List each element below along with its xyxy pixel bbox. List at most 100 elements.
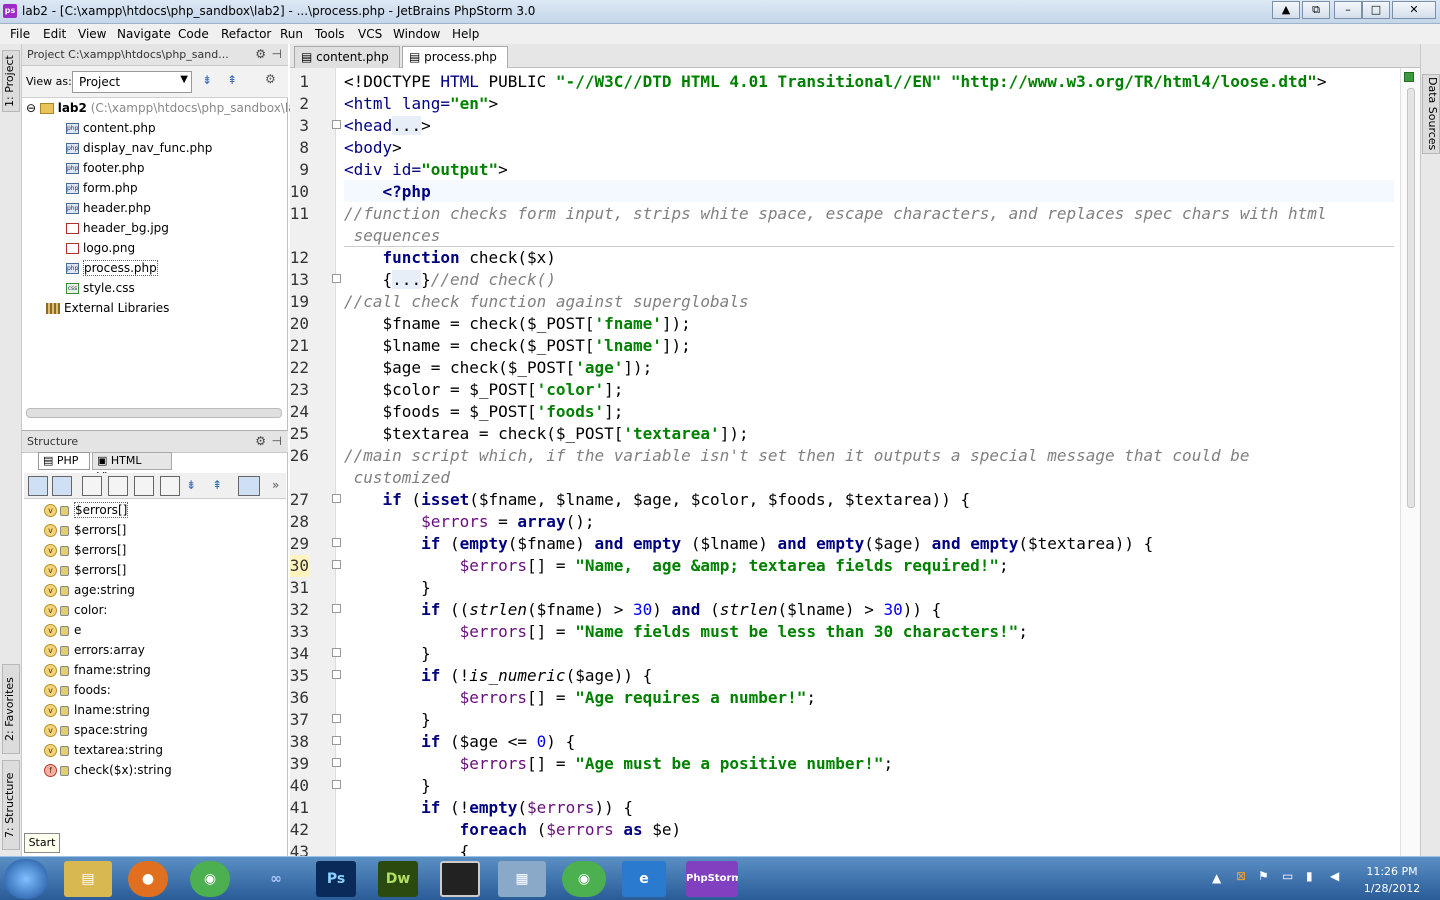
expand-all-icon[interactable]: ⇟ [186, 478, 196, 492]
close-button[interactable]: ✕ [1392, 1, 1436, 19]
fold-toggle-icon[interactable] [332, 758, 341, 767]
structure-item[interactable]: f check($x):string [44, 763, 172, 777]
collapse-all-icon[interactable]: ⇞ [212, 478, 222, 492]
menu-edit[interactable]: Edit [43, 27, 66, 41]
start-button-icon[interactable] [4, 859, 48, 899]
project-tool-tab[interactable]: 1: Project [2, 50, 20, 112]
scroll-up-icon[interactable]: ▲ [1272, 1, 1300, 19]
structure-item[interactable]: v textarea:string [44, 743, 163, 757]
minimize-button[interactable]: – [1334, 1, 1362, 19]
tab-php-structure[interactable]: ▤ PHP [38, 452, 90, 470]
external-libraries[interactable]: External Libraries [46, 301, 169, 315]
flag-tray-icon[interactable]: ⚑ [1258, 869, 1269, 883]
collapse-toggle-icon[interactable]: ⊖ [26, 101, 36, 115]
inspection-status-icon[interactable] [1404, 72, 1414, 82]
device-tray-icon[interactable]: ▭ [1282, 869, 1293, 883]
fold-toggle-icon[interactable] [332, 538, 341, 547]
structure-item[interactable]: v lname:string [44, 703, 150, 717]
structure-item[interactable]: v $errors[] [44, 543, 126, 557]
file-item-selected[interactable]: php process.php [66, 260, 158, 276]
fold-toggle-icon[interactable] [332, 780, 341, 789]
file-item[interactable]: php header.php [66, 201, 151, 215]
volume-tray-icon[interactable]: ◀ [1330, 869, 1339, 883]
menu-code[interactable]: Code [178, 27, 209, 41]
structure-item[interactable]: v age:string [44, 583, 135, 597]
data-sources-tool-tab[interactable]: Data Sources [1422, 74, 1440, 154]
tab-html-view[interactable]: ▣ HTML View [92, 452, 172, 483]
restore-icon[interactable]: ⧉ [1302, 1, 1330, 19]
structure-tool-tab[interactable]: 7: Structure [2, 760, 20, 850]
show-constants-icon[interactable] [160, 476, 180, 496]
chrome-icon[interactable]: ◉ [190, 861, 230, 897]
sort-alpha-icon[interactable] [28, 476, 48, 496]
file-item[interactable]: php content.php [66, 121, 156, 135]
structure-item[interactable]: v fname:string [44, 663, 151, 677]
dreamweaver-icon[interactable]: Dw [378, 861, 418, 897]
infinity-app-icon[interactable]: ∞ [252, 861, 300, 897]
fold-toggle-icon[interactable] [332, 494, 341, 503]
tray-arrow-icon[interactable]: ▲ [1212, 871, 1221, 885]
network-tray-icon[interactable]: ▮ [1306, 869, 1313, 883]
structure-item[interactable]: v space:string [44, 723, 148, 737]
editor-vertical-scrollbar[interactable] [1400, 68, 1420, 856]
autoscroll-to-source-icon[interactable] [238, 476, 260, 496]
tab-content-php[interactable]: ▤ content.php ✕ [294, 46, 400, 84]
show-methods-icon[interactable] [108, 476, 128, 496]
structure-item[interactable]: v color: [44, 603, 107, 617]
fold-toggle-icon[interactable] [332, 714, 341, 723]
sort-visibility-icon[interactable] [52, 476, 72, 496]
file-item[interactable]: css style.css [66, 281, 135, 295]
more-icon[interactable]: » [272, 478, 279, 492]
phpstorm-taskbar-icon[interactable]: PhpStorm [686, 861, 738, 897]
menu-navigate[interactable]: Navigate [117, 27, 171, 41]
file-item[interactable]: php footer.php [66, 161, 144, 175]
show-fields-icon[interactable] [82, 476, 102, 496]
fold-toggle-icon[interactable] [332, 560, 341, 569]
maximize-button[interactable]: □ [1362, 1, 1390, 19]
fold-toggle-icon[interactable] [332, 120, 341, 129]
fold-toggle-icon[interactable] [332, 670, 341, 679]
terminal-icon[interactable] [440, 861, 480, 897]
file-item[interactable]: php display_nav_func.php [66, 141, 212, 155]
gear-icon[interactable]: ⚙ [255, 47, 266, 61]
tab-process-php[interactable]: ▤ process.php ✕ [402, 46, 508, 84]
menu-vcs[interactable]: VCS [358, 27, 382, 41]
scroll-thumb[interactable] [1407, 88, 1415, 508]
firefox-icon[interactable]: ● [128, 861, 168, 897]
favorites-tool-tab[interactable]: 2: Favorites [2, 664, 20, 754]
fold-toggle-icon[interactable] [332, 736, 341, 745]
structure-item[interactable]: v foods: [44, 683, 111, 697]
view-as-select[interactable]: Project ▼ [72, 71, 192, 93]
horizontal-scrollbar[interactable] [26, 408, 282, 418]
fold-toggle-icon[interactable] [332, 648, 341, 657]
structure-item[interactable]: v $errors[] [44, 523, 126, 537]
explorer-icon[interactable]: ▤ [64, 861, 112, 897]
chrome-window-icon[interactable]: ◉ [562, 861, 606, 897]
file-item[interactable]: header_bg.jpg [66, 221, 169, 235]
fold-toggle-icon[interactable] [332, 604, 341, 613]
photoshop-icon[interactable]: Ps [316, 861, 356, 897]
structure-item[interactable]: ve [44, 623, 81, 637]
gear-icon[interactable]: ⚙ [255, 434, 266, 448]
structure-item[interactable]: v $errors[] [44, 563, 126, 577]
menu-refactor[interactable]: Refactor [221, 27, 271, 41]
menu-file[interactable]: File [10, 27, 30, 41]
xampp-tray-icon[interactable]: ⊠ [1236, 869, 1246, 883]
autoscroll-icon[interactable]: ⇟ [202, 73, 212, 87]
file-item[interactable]: logo.png [66, 241, 135, 255]
fold-toggle-icon[interactable] [332, 274, 341, 283]
menu-tools[interactable]: Tools [315, 27, 345, 41]
settings-icon[interactable]: ⚙ [265, 72, 276, 86]
file-item[interactable]: php form.php [66, 181, 138, 195]
structure-item[interactable]: v errors:array [44, 643, 145, 657]
hide-panel-icon[interactable]: ⊣ [272, 47, 282, 61]
taskbar-clock[interactable]: 11:26 PM 1/28/2012 [1360, 865, 1424, 895]
collapse-all-icon[interactable]: ⇞ [227, 73, 237, 87]
windows-explorer-icon[interactable]: ▦ [498, 861, 546, 897]
internet-explorer-icon[interactable]: e [622, 861, 666, 897]
menu-window[interactable]: Window [393, 27, 440, 41]
hide-panel-icon[interactable]: ⊣ [272, 434, 282, 448]
tree-root[interactable]: ⊖ lab2 (C:\xampp\htdocs\php_sandbox\lab2… [26, 101, 315, 115]
menu-view[interactable]: View [78, 27, 106, 41]
code-editor[interactable]: <!DOCTYPE HTML PUBLIC "-//W3C//DTD HTML … [344, 68, 1394, 856]
